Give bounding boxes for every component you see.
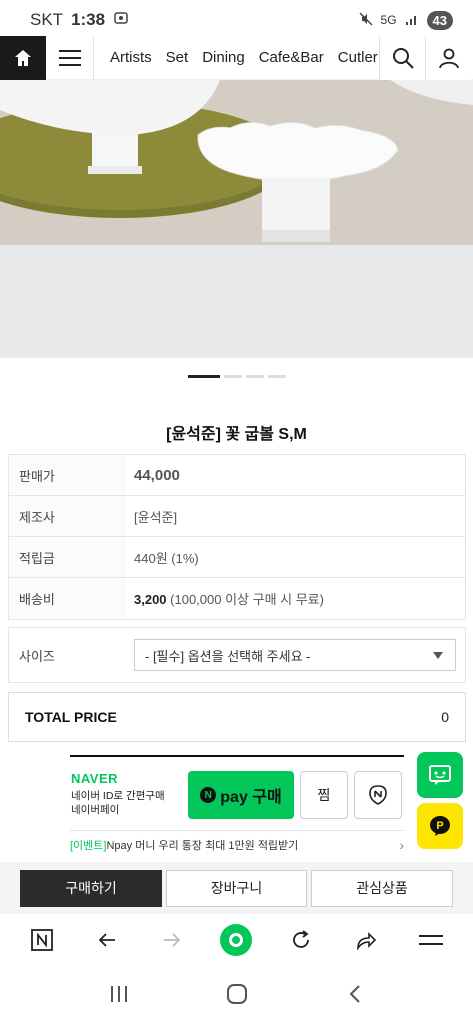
naver-desc: 네이버 ID로 간편구매 네이버페이 (71, 789, 181, 817)
chevron-right-icon: › (399, 836, 404, 853)
chevron-down-icon (433, 652, 443, 659)
wishlist-button[interactable]: 관심상품 (311, 869, 453, 907)
buy-now-button[interactable]: 구매하기 (20, 869, 162, 907)
back-button[interactable] (87, 920, 127, 960)
price-value: 44,000 (134, 466, 180, 484)
shipping-note: (100,000 이상 구매 시 무료) (166, 592, 324, 607)
arrow-right-icon (163, 933, 181, 947)
green-circle-icon (220, 924, 253, 956)
status-bar: SKT 1:38 5G 43 (0, 0, 473, 40)
home-button[interactable] (0, 35, 46, 80)
npay-buy-button[interactable]: N pay 구매 (188, 771, 294, 819)
product-info-table: 판매가 44,000 제조사 [윤석준] 적립금 440원 (1%) 배송비 3… (8, 454, 466, 620)
search-button[interactable] (379, 35, 425, 80)
naver-store-icon (369, 785, 387, 805)
category-set[interactable]: Set (166, 49, 189, 66)
share-icon (357, 932, 376, 951)
category-cafe-bar[interactable]: Cafe&Bar (259, 49, 324, 66)
forward-button[interactable] (152, 920, 192, 960)
chevron-left-icon (349, 984, 360, 1003)
slide-dot-1[interactable] (188, 375, 220, 378)
browser-menu-button[interactable] (411, 920, 451, 960)
option-row: 사이즈 - [필수] 옵션을 선택해 주세요 - (8, 627, 466, 683)
category-cutlery[interactable]: Cutler (338, 49, 378, 66)
info-row-maker: 제조사 [윤석준] (9, 496, 465, 537)
size-select[interactable]: - [필수] 옵션을 선택해 주세요 - (134, 639, 456, 671)
share-button[interactable] (346, 920, 386, 960)
total-price-value: 0 (441, 709, 449, 725)
battery-badge: 43 (426, 10, 453, 30)
category-dining[interactable]: Dining (202, 49, 245, 66)
arrow-left-icon (98, 933, 116, 947)
category-artists[interactable]: Artists (110, 49, 152, 66)
shipping-label: 배송비 (9, 578, 126, 619)
maker-value: [윤석준] (134, 509, 178, 525)
naver-logo: NAVER (71, 771, 119, 786)
slide-dot-2[interactable] (224, 375, 242, 378)
naver-n-icon (31, 929, 54, 951)
npay-event-banner[interactable]: [이벤트] Npay 머니 우리 통장 최대 1만원 적립받기 › (70, 830, 404, 858)
top-nav: Artists Set Dining Cafe&Bar Cutler (0, 35, 473, 80)
recent-apps-button[interactable] (108, 984, 130, 1009)
product-image[interactable] (0, 80, 473, 358)
slide-indicator (188, 375, 286, 378)
event-tag: [이벤트] (70, 839, 107, 852)
android-nav-bar (0, 968, 473, 1024)
naverpay-block: NAVER 네이버 ID로 간편구매 네이버페이 N pay 구매 찜 (70, 755, 404, 833)
shipping-value: 3,200 (100,000 이상 구매 시 무료) (126, 589, 324, 608)
carrier-label: SKT (30, 10, 64, 29)
kakao-pay-button[interactable]: P (417, 803, 463, 849)
hamburger-icon (418, 935, 443, 945)
chat-icon (429, 765, 451, 785)
home-circle-icon (227, 983, 248, 1004)
android-home-button[interactable] (226, 983, 248, 1010)
recent-apps-icon (111, 985, 128, 1002)
signal-icon (405, 12, 419, 29)
network-label: 5G (380, 13, 397, 27)
info-row-shipping: 배송비 3,200 (100,000 이상 구매 시 무료) (9, 578, 465, 619)
android-back-button[interactable] (345, 983, 365, 1010)
add-to-cart-button[interactable]: 장바구니 (166, 869, 307, 907)
maker-label: 제조사 (9, 496, 126, 536)
user-icon (438, 48, 459, 68)
shipping-fee: 3,200 (134, 592, 167, 607)
svg-text:P: P (436, 820, 443, 832)
green-dot-button[interactable] (216, 920, 256, 960)
refresh-icon (293, 930, 310, 948)
browser-toolbar (0, 914, 473, 966)
info-row-points: 적립금 440원 (1%) (9, 537, 465, 578)
account-button[interactable] (425, 35, 471, 80)
menu-button[interactable] (46, 35, 94, 80)
size-select-value: - [필수] 옵션을 선택해 주세요 - (145, 648, 311, 664)
kakao-icon: P (430, 816, 450, 836)
talk-talk-button[interactable] (417, 752, 463, 798)
total-price-box: TOTAL PRICE 0 (8, 692, 466, 742)
hamburger-icon (58, 49, 81, 66)
home-icon (15, 49, 31, 66)
points-value: 440원 (1%) (134, 550, 199, 566)
naver-desc-line2: 네이버페이 (71, 804, 120, 816)
npay-store-button[interactable] (354, 771, 402, 819)
npay-wish-button[interactable]: 찜 (300, 771, 348, 819)
event-text: Npay 머니 우리 통장 최대 1만원 적립받기 (106, 839, 299, 852)
screenshot-icon (113, 10, 129, 31)
npay-buy-label: pay 구매 (220, 789, 282, 806)
naver-app-button[interactable] (22, 920, 62, 960)
info-row-price: 판매가 44,000 (9, 455, 465, 496)
size-label: 사이즈 (19, 648, 55, 664)
slide-dot-4[interactable] (268, 375, 286, 378)
total-price-label: TOTAL PRICE (25, 709, 117, 725)
reload-button[interactable] (281, 920, 321, 960)
category-list: Artists Set Dining Cafe&Bar Cutler (94, 49, 379, 66)
npay-n-icon: N (200, 787, 217, 803)
clock: 1:38 (71, 10, 106, 29)
product-title: [윤석준] 꽃 굽볼 S,M (166, 426, 307, 443)
points-label: 적립금 (9, 537, 126, 577)
naver-desc-line1: 네이버 ID로 간편구매 (71, 790, 165, 802)
slide-dot-3[interactable] (246, 375, 264, 378)
price-label: 판매가 (9, 455, 126, 495)
search-icon (392, 47, 414, 69)
mute-icon (358, 11, 373, 29)
purchase-bar: 구매하기 장바구니 관심상품 (0, 862, 473, 914)
